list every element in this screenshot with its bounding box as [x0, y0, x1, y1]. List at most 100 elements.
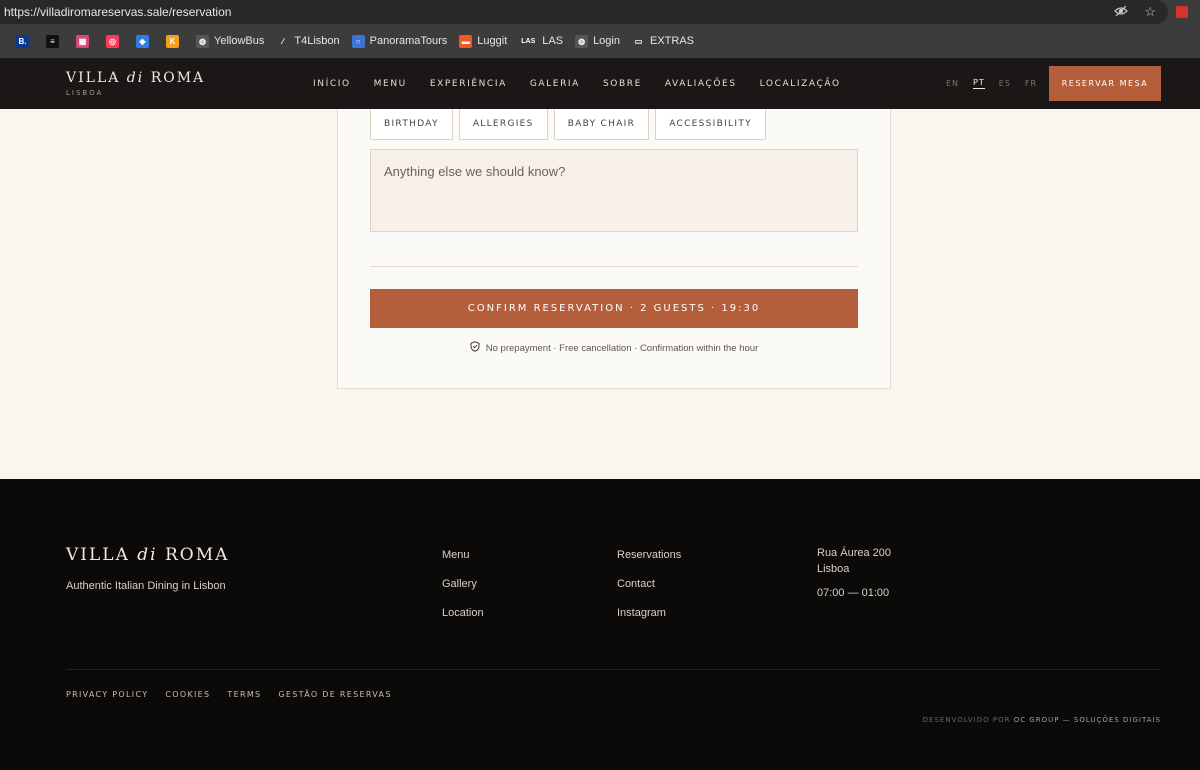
bookmark-t4lisbon[interactable]: ⁄ T4Lisbon	[270, 29, 345, 53]
language-switcher: EN PT ES FR	[946, 58, 1037, 109]
footer-logo-roma: ROMA	[157, 545, 230, 565]
eye-off-icon[interactable]	[1114, 4, 1129, 21]
nav-avaliacoes[interactable]: AVALIAÇÕES	[665, 79, 737, 89]
form-divider	[370, 266, 858, 267]
footer-link-location[interactable]: Location	[442, 607, 484, 636]
bookmark-3[interactable]: ▦	[70, 29, 100, 53]
bookmark-label: EXTRAS	[649, 35, 694, 47]
lang-fr[interactable]: FR	[1025, 79, 1037, 88]
bookmark-las[interactable]: LAS LAS	[513, 29, 569, 53]
bookmark-2[interactable]: ≡	[40, 29, 70, 53]
bookmark-label: T4Lisbon	[294, 35, 340, 47]
nav-inicio[interactable]: INÍCIO	[313, 79, 351, 89]
credit-prefix: DESENVOLVIDO POR	[922, 716, 1014, 724]
footer-links-col-1: Menu Gallery Location	[442, 549, 484, 636]
footer-tagline: Authentic Italian Dining in Lisbon	[66, 580, 226, 592]
legal-link-cookies[interactable]: COOKIES	[165, 690, 210, 699]
folder-icon: ▭	[631, 34, 645, 48]
bookmarks-bar: B. ≡ ▦ ◎ ◆ K ◍ YellowBus ⁄ T4Lisbon ○ PanoramaTours…	[0, 24, 1200, 58]
nav-galeria[interactable]: GALERIA	[530, 79, 580, 89]
booking-icon: B.	[16, 34, 29, 48]
extension-icon[interactable]	[1176, 6, 1188, 18]
logo-city: LISBOA	[66, 89, 104, 97]
nav-sobre[interactable]: SOBRE	[603, 79, 642, 89]
browser-url-bar: https://villadiromareservas.sale/reserva…	[0, 0, 1200, 24]
footer-link-instagram[interactable]: Instagram	[617, 607, 681, 636]
site-footer: VILLA di ROMA Authentic Italian Dining i…	[0, 479, 1200, 770]
credit-company-link[interactable]: OC GROUP — SOLUÇÕES DIGITAIS	[1014, 716, 1161, 724]
footer-link-contact[interactable]: Contact	[617, 578, 681, 607]
tools-icon: K	[166, 34, 179, 48]
occasion-chip-baby-chair[interactable]: BABY CHAIR	[553, 109, 650, 140]
footer-links-col-2: Reservations Contact Instagram	[617, 549, 681, 636]
main-nav: INÍCIO MENU EXPERIÊNCIA GALERIA SOBRE AVALIAÇ…	[313, 58, 841, 109]
bookmark-label: Login	[593, 35, 620, 47]
luggit-icon: ▬	[459, 34, 473, 48]
bookmark-extras[interactable]: ▭ EXTRAS	[626, 29, 700, 53]
globe-icon: ◍	[575, 34, 589, 48]
address-bar-actions: ☆	[1114, 4, 1156, 21]
bookmark-label: Luggit	[477, 35, 508, 47]
logo-text-di: di	[126, 70, 145, 86]
document-icon: ≡	[46, 34, 59, 48]
developer-credit: DESENVOLVIDO POR OC GROUP — SOLUÇÕES DIG…	[923, 716, 1161, 724]
bookmark-luggit[interactable]: ▬ Luggit	[453, 29, 513, 53]
bookmark-5[interactable]: ◆	[130, 29, 160, 53]
bookmark-label: YellowBus	[214, 35, 265, 47]
footer-address: Rua Áurea 200 Lisboa	[817, 545, 891, 577]
nav-localizacao[interactable]: LOCALIZAÇÃO	[760, 79, 841, 89]
legal-links: PRIVACY POLICY COOKIES TERMS GESTÃO DE RESE…	[66, 690, 392, 699]
bookmark-6[interactable]: K	[160, 29, 190, 53]
url-text[interactable]: https://villadiromareservas.sale/reserva…	[4, 5, 231, 19]
footer-divider	[66, 669, 1161, 670]
address-city: Lisboa	[817, 563, 850, 575]
occasion-chip-allergies[interactable]: ALLERGIES	[458, 109, 548, 140]
bookmark-label: PanoramaTours	[369, 35, 448, 47]
circle-icon: ○	[351, 34, 365, 48]
globe-icon: ◍	[196, 34, 209, 48]
footer-link-menu[interactable]: Menu	[442, 549, 484, 578]
reservation-form-card: BIRTHDAY ALLERGIES BABY CHAIR ACCESSIBILITY…	[337, 109, 891, 389]
cube-icon: ◆	[136, 34, 149, 48]
shield-check-icon	[470, 341, 480, 355]
legal-link-terms[interactable]: TERMS	[227, 690, 261, 699]
star-icon[interactable]: ☆	[1144, 4, 1156, 21]
bookmark-label: LAS	[542, 35, 564, 47]
legal-link-gestao-de-reservas[interactable]: GESTÃO DE RESERVAS	[278, 690, 391, 699]
bookmark-login[interactable]: ◍ Login	[569, 29, 626, 53]
opening-hours: 07:00 — 01:00	[817, 587, 890, 599]
occasion-chips: BIRTHDAY ALLERGIES BABY CHAIR ACCESSIBILITY	[370, 109, 766, 140]
assurance-text: No prepayment · Free cancellation · Conf…	[485, 342, 759, 354]
bookmark-yellowbus[interactable]: ◍ YellowBus	[190, 29, 270, 53]
app-icon: ▦	[76, 34, 89, 48]
reserve-table-button[interactable]: RESERVAR MESA	[1049, 66, 1161, 101]
airbnb-icon: ◎	[106, 34, 119, 48]
footer-logo-di: di	[137, 545, 158, 565]
nav-experiencia[interactable]: EXPERIÊNCIA	[430, 79, 507, 89]
special-requests-textarea[interactable]	[370, 149, 858, 232]
lang-en[interactable]: EN	[946, 79, 959, 88]
bookmark-1[interactable]: B.	[10, 29, 40, 53]
lang-es[interactable]: ES	[999, 79, 1011, 88]
occasion-chip-birthday[interactable]: BIRTHDAY	[370, 109, 453, 140]
site-header: VILLA di ROMA LISBOA INÍCIO MENU EXPERIÊNC…	[0, 58, 1200, 109]
bookmark-4[interactable]: ◎	[100, 29, 130, 53]
las-icon: LAS	[521, 37, 536, 45]
occasion-chip-accessibility[interactable]: ACCESSIBILITY	[655, 109, 766, 140]
legal-link-privacy-policy[interactable]: PRIVACY POLICY	[66, 690, 148, 699]
assurance-note: No prepayment · Free cancellation · Conf…	[338, 341, 890, 355]
nav-menu[interactable]: MENU	[374, 79, 407, 89]
confirm-reservation-button[interactable]: CONFIRM RESERVATION · 2 GUESTS · 19:30	[370, 289, 858, 328]
address-bar[interactable]: https://villadiromareservas.sale/reserva…	[0, 0, 1168, 24]
footer-logo[interactable]: VILLA di ROMA	[66, 545, 229, 565]
footer-link-gallery[interactable]: Gallery	[442, 578, 484, 607]
footer-link-reservations[interactable]: Reservations	[617, 549, 681, 578]
footer-logo-villa: VILLA	[66, 545, 138, 565]
lang-pt[interactable]: PT	[973, 78, 985, 89]
logo-text-villa: VILLA	[66, 70, 127, 86]
site-logo[interactable]: VILLA di ROMA LISBOA	[66, 70, 205, 97]
pen-icon: ⁄	[276, 34, 290, 48]
address-street: Rua Áurea 200	[817, 547, 891, 559]
bookmark-panoramatours[interactable]: ○ PanoramaTours	[346, 29, 454, 53]
logo-text-roma: ROMA	[144, 70, 206, 86]
